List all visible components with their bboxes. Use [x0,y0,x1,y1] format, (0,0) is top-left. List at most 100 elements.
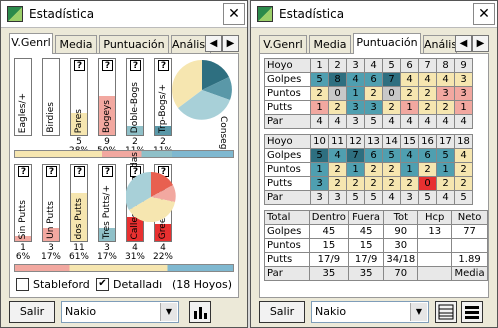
score-cell: 5 [382,148,401,163]
chevron-down-icon[interactable]: ▼ [160,303,177,321]
summary-cell: 77 [451,224,488,239]
score-cell: 4 [436,72,455,87]
list-view-button[interactable] [461,301,483,323]
bar-percent: 61% [68,252,89,262]
score-cell: 6 [364,148,383,163]
app-icon [257,6,273,22]
help-icon[interactable]: ? [74,166,85,177]
score-cell: 0 [328,86,347,101]
help-icon[interactable]: ? [46,166,57,177]
score-cell: 3 [454,86,473,101]
table-row: Par 35 35 70 Media [264,266,488,281]
tab-puntuacion[interactable]: Puntuación [353,33,421,54]
score-cell: 3 [310,176,329,191]
score-cell: 2 [418,100,437,115]
putts-summary-strip [14,264,234,272]
close-button[interactable]: ✕ [473,3,495,25]
summary-cell [417,266,453,281]
player-select[interactable]: Nakio ▼ [311,301,429,323]
score-cell: 5 [364,190,383,205]
score-cell: 2 [382,100,401,115]
checkmark-icon[interactable]: ✔ [96,278,109,291]
tab-scroll-left-icon[interactable]: ◀ [205,35,222,52]
bar-label: Sin Putts [18,199,28,240]
table-row: Par 3 3 5 5 4 3 5 4 5 [264,190,473,205]
title-bar[interactable]: Estadística ✕ [251,1,497,28]
tab-vgenrl[interactable]: V.Genrl [259,35,307,53]
help-icon[interactable]: ? [130,60,141,71]
score-cell: 6 [418,148,437,163]
score-cell: 5 [310,148,329,163]
putts-pie-chart [126,172,176,222]
score-bar[interactable]: Eagles/+ [14,58,32,136]
table-row: Putts 17/9 17/9 34/18 1.89 [264,252,488,267]
row-label: Golpes [264,72,311,87]
score-cell: 7 [346,148,365,163]
chevron-down-icon[interactable]: ▼ [410,303,427,321]
score-cell: 5 [454,190,473,205]
row-label: Puntos [264,86,311,101]
player-select[interactable]: Nakio ▼ [61,301,179,323]
title-bar[interactable]: Estadística ✕ [1,1,247,28]
score-cell: 13 [364,134,383,149]
row-label: Par [264,190,311,205]
score-cell: 1 [346,86,365,101]
summary-cell: 45 [347,224,385,239]
help-icon[interactable]: ? [102,60,113,71]
summary-cell: 13 [417,224,453,239]
table-view-button[interactable] [435,301,457,323]
row-label: Par [264,266,310,281]
help-icon[interactable]: ? [102,166,113,177]
bar-label: dos Putts [74,197,84,240]
stableford-check-icon[interactable] [16,278,29,291]
app-icon [7,6,23,22]
score-cell: 5 [436,148,455,163]
hoyos-count: (18 Hoyos) [171,278,232,291]
table-header-row: Total Dentro Fuera Tot Hcp Neto [264,210,488,225]
summary-cell [417,252,453,267]
score-cell: 16 [418,134,437,149]
score-cell: 4 [418,72,437,87]
column-header: Dentro [308,210,349,225]
scorecard-panel: Hoyo 1 2 3 4 5 6 7 8 9 Golpes 5 8 4 6 7 4 4 4 3 Puntos 2 0 1 2 0 2… [259,53,489,298]
score-summary-strip [14,150,234,158]
tab-vgenrl[interactable]: V.Genrl [9,33,53,54]
score-cell: 3 [346,114,365,129]
score-cell: 4 [454,114,473,129]
tab-scroll-left-icon[interactable]: ◀ [455,35,472,52]
stableford-checkbox[interactable]: Stableford [16,278,90,291]
help-icon[interactable]: ? [18,166,29,177]
score-cell: 1 [346,162,365,177]
tab-media[interactable]: Media [55,35,97,53]
tab-scroll-right-icon[interactable]: ▶ [472,35,489,52]
bar-label: Un Putts [46,201,56,239]
summary-table: Total Dentro Fuera Tot Hcp Neto Golpes 45 45 90 13… [264,210,488,281]
bar-chart-view-button[interactable] [189,301,211,323]
score-cell: 1 [400,100,419,115]
score-cell: 3 [346,100,365,115]
help-icon[interactable]: ? [158,60,169,71]
tab-puntuacion[interactable]: Puntuación [99,35,169,53]
score-cell: 3 [328,190,347,205]
score-cell: 5 [310,72,329,87]
salir-button[interactable]: Salir [259,301,305,323]
score-cell: 5 [418,190,437,205]
score-cell: 2 [400,86,419,101]
score-cell: 0 [418,176,437,191]
tab-media[interactable]: Media [309,35,351,53]
salir-button[interactable]: Salir [9,301,55,323]
close-button[interactable]: ✕ [223,3,245,25]
detallado-checkbox[interactable]: ✔ Detalladı [96,278,162,291]
score-cell: 12 [346,134,365,149]
tab-scroll-right-icon[interactable]: ▶ [222,35,239,52]
score-bar[interactable]: Birdies [42,58,60,136]
score-cell: 7 [418,58,437,73]
score-cell: 4 [310,114,329,129]
window-title: Estadística [29,7,95,21]
column-header: Hcp [417,210,453,225]
table-row: Golpes 5 8 4 6 7 4 4 4 3 [264,72,473,87]
table-row: Putts 3 2 2 2 2 2 0 2 2 [264,176,473,191]
score-cell: 4 [346,72,365,87]
tab-analisis[interactable]: Análisis [423,35,457,53]
help-icon[interactable]: ? [74,60,85,71]
